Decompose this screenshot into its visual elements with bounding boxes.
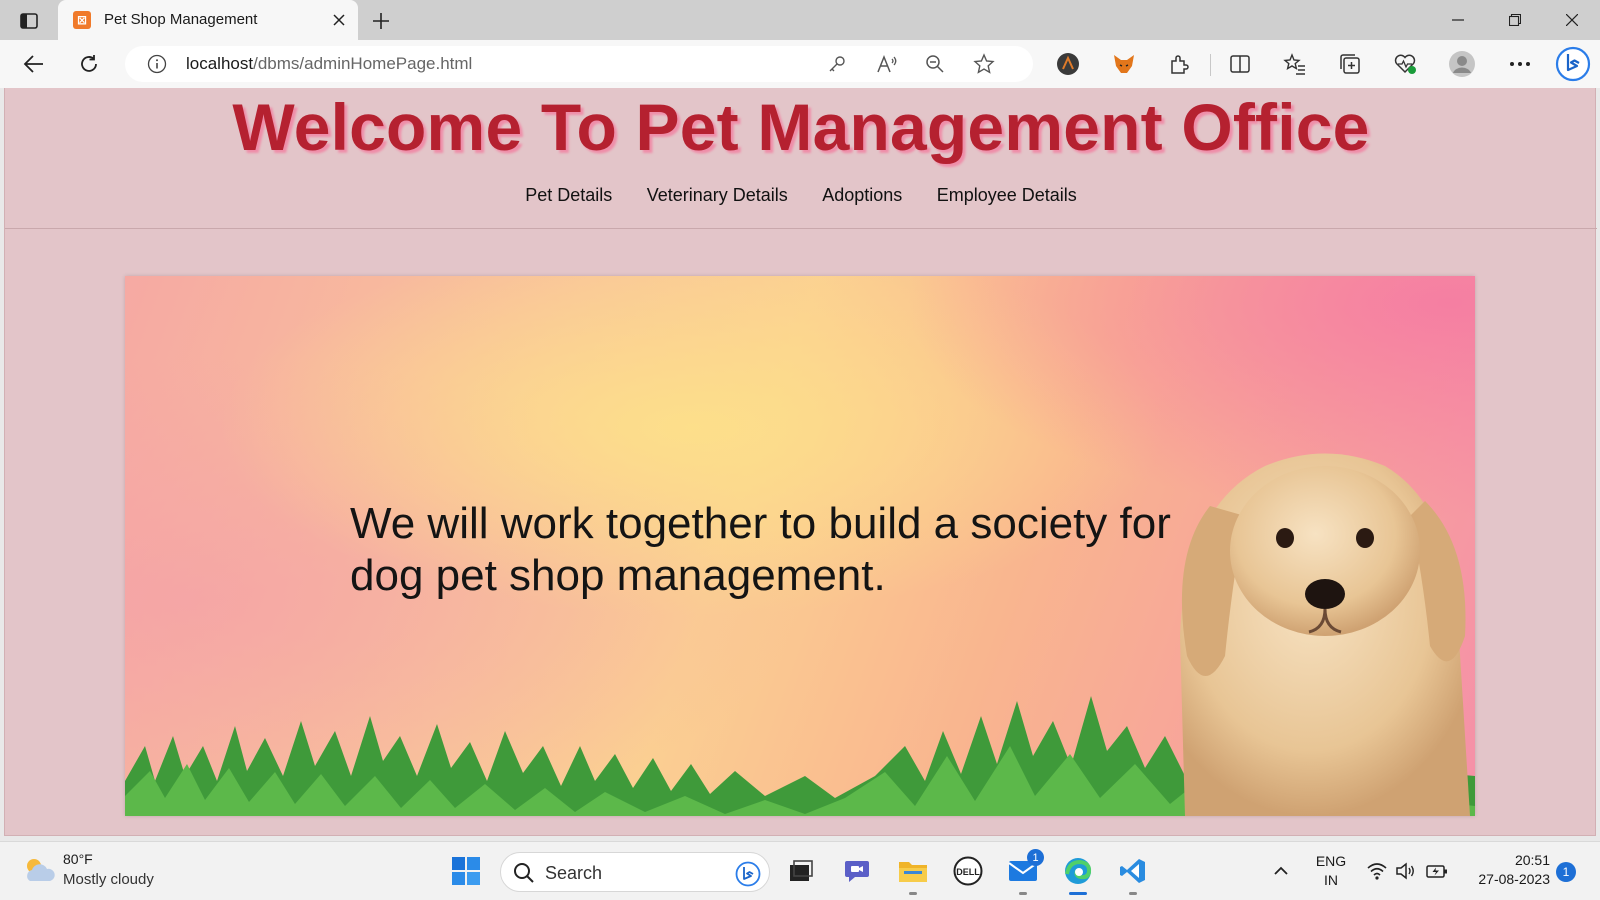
nav-adoptions[interactable]: Adoptions <box>822 185 902 206</box>
search-icon <box>514 863 534 883</box>
favorite-star-icon[interactable] <box>972 52 996 76</box>
show-hidden-icons-chevron-icon[interactable] <box>1270 860 1292 882</box>
zoom-out-icon[interactable] <box>923 52 947 76</box>
url-host: localhost <box>186 54 254 73</box>
nav-employee-details[interactable]: Employee Details <box>937 185 1077 206</box>
nav-pet-details[interactable]: Pet Details <box>525 185 612 206</box>
weather-cloudy-icon[interactable] <box>22 855 56 885</box>
taskbar-search-box[interactable]: Search <box>500 852 770 892</box>
minimize-icon[interactable] <box>1429 0 1486 40</box>
tab-actions-icon[interactable] <box>14 8 44 34</box>
bing-search-icon[interactable] <box>735 861 761 887</box>
wifi-icon[interactable] <box>1366 860 1388 882</box>
weather-description[interactable]: Mostly cloudy <box>63 871 154 888</box>
main-navigation: Pet Details Veterinary Details Adoptions… <box>5 185 1597 206</box>
more-options-icon[interactable] <box>1506 50 1534 78</box>
mail-icon[interactable]: 1 <box>1006 849 1044 895</box>
bing-copilot-icon[interactable] <box>1555 46 1591 82</box>
svg-text:DELL: DELL <box>956 867 980 877</box>
profile-avatar-icon[interactable] <box>1448 50 1476 78</box>
edge-browser-icon[interactable] <box>1061 854 1095 895</box>
new-tab-icon[interactable] <box>368 8 394 34</box>
site-info-icon[interactable] <box>147 54 167 74</box>
favorites-list-icon[interactable] <box>1281 50 1309 78</box>
read-aloud-icon[interactable] <box>875 52 899 76</box>
back-arrow-icon[interactable] <box>19 49 49 79</box>
nav-veterinary-details[interactable]: Veterinary Details <box>647 185 788 206</box>
system-clock[interactable]: 20:51 27-08-2023 <box>1466 851 1550 889</box>
hero-banner: We will work together to build a society… <box>125 276 1475 816</box>
running-indicator <box>1129 892 1137 895</box>
language-region: IN <box>1324 872 1338 888</box>
restore-icon[interactable] <box>1486 0 1543 40</box>
search-label: Search <box>545 863 603 883</box>
running-indicator <box>1019 892 1027 895</box>
notification-count-badge[interactable]: 1 <box>1556 862 1576 882</box>
windows-start-icon[interactable] <box>451 856 481 886</box>
browser-tab-active[interactable]: ⊠ Pet Shop Management <box>58 0 358 40</box>
profile-extension-icon[interactable] <box>1054 50 1082 78</box>
window-controls <box>1429 0 1600 40</box>
dell-app-icon[interactable]: DELL <box>951 854 985 888</box>
mail-unread-badge: 1 <box>1027 849 1044 866</box>
toolbar-separator <box>1210 54 1211 76</box>
page-content: Welcome To Pet Management Office Pet Det… <box>4 88 1597 836</box>
browser-toolbar: localhost/dbms/adminHomePage.html <box>0 40 1600 88</box>
collections-icon[interactable] <box>1336 50 1364 78</box>
page-title: Welcome To Pet Management Office <box>232 90 1370 164</box>
close-window-icon[interactable] <box>1543 0 1600 40</box>
header-divider <box>5 228 1597 229</box>
volume-icon[interactable] <box>1394 860 1416 882</box>
battery-charging-icon[interactable] <box>1426 860 1448 882</box>
teams-chat-icon[interactable] <box>840 854 874 888</box>
vscode-icon[interactable] <box>1116 854 1150 895</box>
browser-tab-strip: ⊠ Pet Shop Management <box>0 0 1600 40</box>
language-indicator[interactable]: ENG IN <box>1314 852 1348 890</box>
extensions-puzzle-icon[interactable] <box>1165 50 1193 78</box>
language-code: ENG <box>1315 853 1347 869</box>
tab-close-icon[interactable] <box>328 9 350 31</box>
refresh-icon[interactable] <box>74 49 104 79</box>
windows-taskbar: 80°F Mostly cloudy Search DELL 1 ENG IN <box>0 841 1600 900</box>
split-screen-icon[interactable] <box>1226 50 1254 78</box>
tab-title: Pet Shop Management <box>104 11 258 28</box>
clock-time: 20:51 <box>1514 852 1550 868</box>
weather-temperature[interactable]: 80°F <box>63 851 93 867</box>
file-explorer-icon[interactable] <box>896 854 930 895</box>
hero-slogan: We will work together to build a society… <box>350 499 1171 600</box>
browser-essentials-heart-icon[interactable] <box>1391 50 1419 78</box>
active-app-indicator <box>1069 892 1087 895</box>
address-bar[interactable]: localhost/dbms/adminHomePage.html <box>125 46 1033 82</box>
clock-date: 27-08-2023 <box>1478 871 1550 887</box>
xampp-favicon-icon: ⊠ <box>73 11 91 29</box>
task-view-icon[interactable] <box>784 854 818 888</box>
running-indicator <box>909 892 917 895</box>
url-path: /dbms/adminHomePage.html <box>253 54 473 73</box>
metamask-fox-icon[interactable] <box>1110 50 1138 78</box>
url-text[interactable]: localhost/dbms/adminHomePage.html <box>186 54 472 74</box>
password-key-icon[interactable] <box>825 52 849 76</box>
